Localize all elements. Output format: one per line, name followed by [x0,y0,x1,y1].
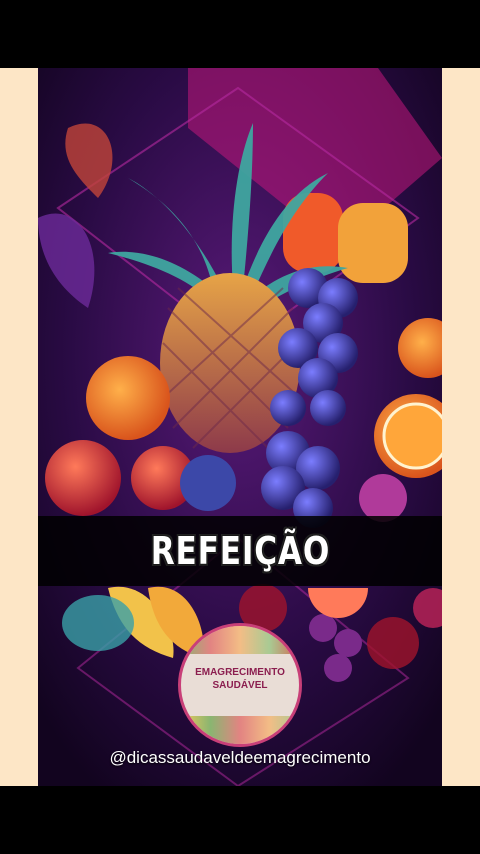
logo-text: EMAGRECIMENTO SAUDÁVEL [187,666,293,692]
logo-line-2: SAUDÁVEL [212,680,268,691]
fruit-ring-bottom [181,716,299,744]
logo-line-1: EMAGRECIMENTO [195,667,285,678]
title-text: REFEIÇÃO [150,529,330,573]
brand-logo: EMAGRECIMENTO SAUDÁVEL [178,623,302,747]
fruit-ring-top [181,626,299,654]
apple-shape [45,440,121,516]
account-handle: @dicassaudaveldeemagrecimento [109,748,371,767]
title-banner: REFEIÇÃO [38,516,442,586]
